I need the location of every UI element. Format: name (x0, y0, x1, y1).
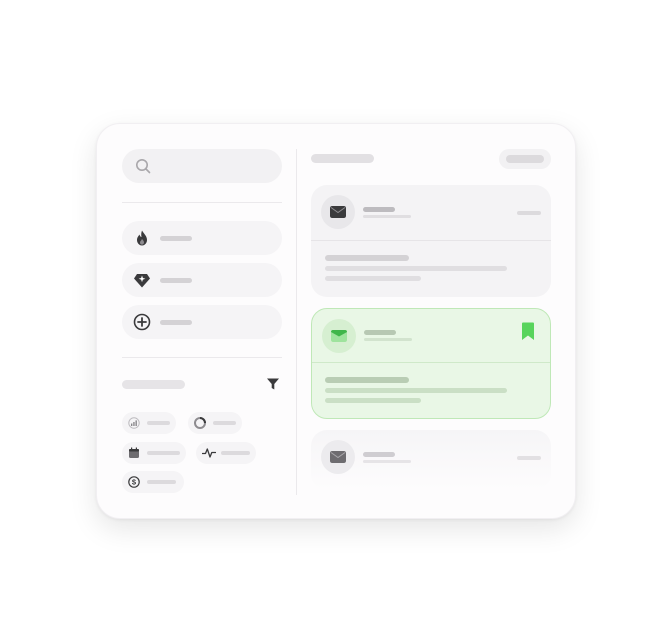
message-time (517, 456, 541, 460)
avatar (321, 195, 355, 229)
message-preview-line (325, 266, 507, 271)
chip-label (213, 421, 236, 425)
flame-icon (137, 230, 147, 246)
activity-icon (202, 448, 216, 458)
search-input[interactable] (122, 149, 282, 183)
sidebar-item-premium[interactable] (122, 263, 282, 297)
envelope-icon (330, 451, 346, 463)
message-subject (325, 377, 409, 383)
sidebar-divider (122, 202, 282, 203)
envelope-icon (330, 206, 346, 218)
sender-name (363, 452, 395, 457)
dollar-icon: $ (128, 476, 140, 488)
message-subject (325, 255, 409, 261)
filter-chip-pie[interactable] (188, 412, 242, 434)
chip-label (147, 480, 176, 484)
signal-icon (128, 417, 140, 429)
message-time (517, 211, 541, 215)
sidebar-item-label (160, 320, 192, 325)
message-divider (311, 240, 551, 241)
sender-name (364, 330, 396, 335)
sidebar-item-label (160, 236, 192, 241)
sender-subtitle (363, 460, 411, 463)
inbox-title (311, 154, 374, 163)
search-icon (136, 159, 151, 174)
message-preview-line (325, 276, 421, 281)
sender-subtitle (364, 338, 412, 341)
plus-circle-icon (133, 313, 151, 331)
sender-name (363, 207, 395, 212)
message-preview-line (325, 388, 507, 393)
app-window: $ (96, 123, 576, 519)
sidebar-divider (122, 357, 282, 358)
avatar (321, 440, 355, 474)
filter-chip-calendar[interactable] (122, 442, 186, 464)
message-divider (312, 362, 550, 363)
bookmark-icon[interactable] (521, 322, 535, 341)
sender-subtitle (363, 215, 411, 218)
header-action-button[interactable] (499, 149, 551, 169)
message-preview-line (325, 398, 421, 403)
envelope-icon (331, 330, 347, 342)
message-card[interactable] (311, 430, 551, 490)
filter-chip-price[interactable]: $ (122, 471, 184, 493)
chip-label (147, 451, 180, 455)
message-card[interactable] (311, 185, 551, 297)
panel-divider (296, 149, 297, 495)
pie-icon (194, 417, 206, 429)
sidebar-item-label (160, 278, 192, 283)
avatar (322, 319, 356, 353)
svg-text:$: $ (132, 478, 137, 487)
filter-icon[interactable] (266, 377, 280, 391)
calendar-icon (129, 447, 139, 458)
message-card-selected[interactable] (311, 308, 551, 419)
diamond-sparkle-icon (134, 274, 150, 288)
filter-section-title (122, 380, 185, 389)
button-label (506, 155, 544, 163)
sidebar-item-new[interactable] (122, 305, 282, 339)
filter-chip-activity[interactable] (196, 442, 256, 464)
filter-chip-signal[interactable] (122, 412, 176, 434)
sidebar-item-trending[interactable] (122, 221, 282, 255)
chip-label (221, 451, 250, 455)
chip-label (147, 421, 170, 425)
